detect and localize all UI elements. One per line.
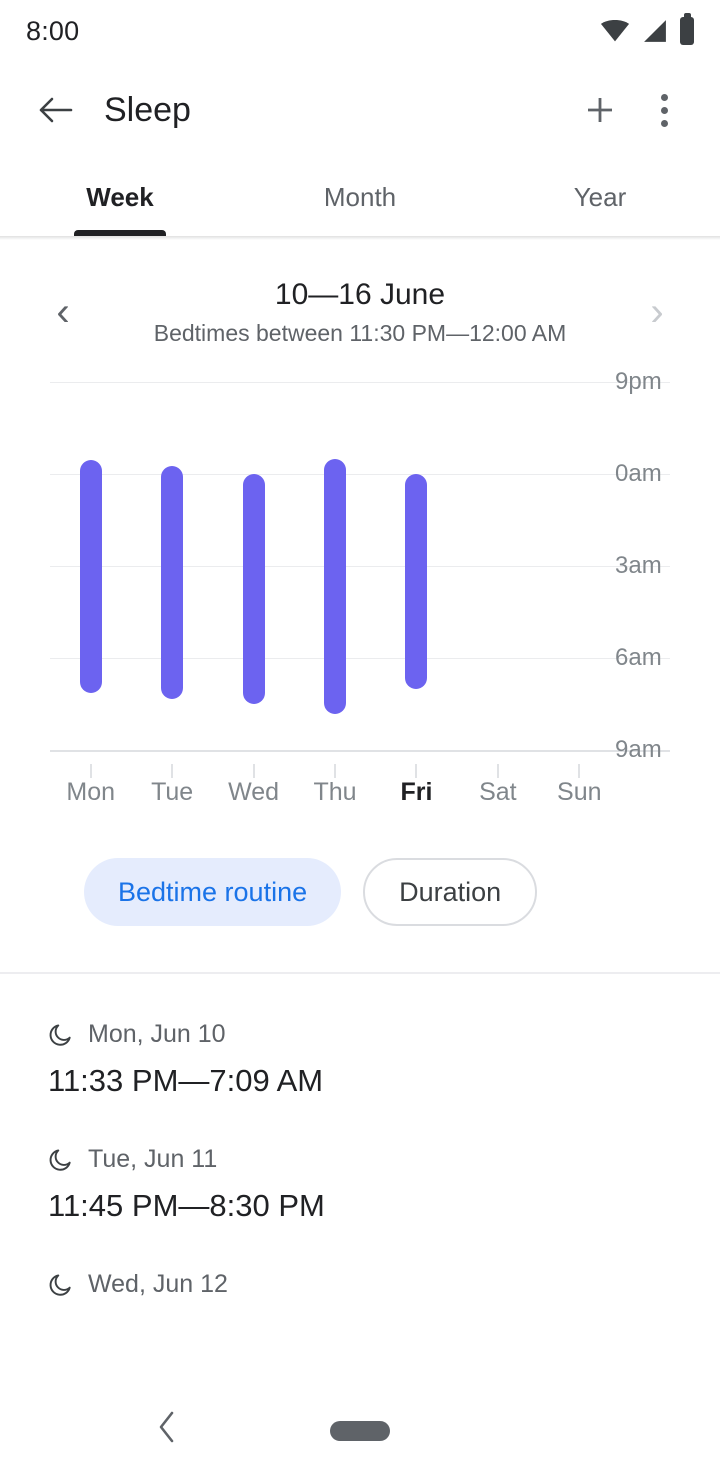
tab-year-label: Year xyxy=(573,181,627,212)
add-button[interactable] xyxy=(568,78,632,142)
moon-icon xyxy=(49,1273,71,1296)
signal-icon xyxy=(644,20,666,42)
tab-year[interactable]: Year xyxy=(480,158,720,236)
overflow-menu-button[interactable] xyxy=(632,78,696,142)
bar-thu[interactable] xyxy=(324,458,346,715)
chip-duration[interactable]: Duration xyxy=(363,858,538,926)
back-button[interactable] xyxy=(24,78,88,142)
sleep-bar-chart: 9pm 0am 3am 6am 9am xyxy=(50,368,670,778)
sleep-chart-card: ‹ 10—16 June Bedtimes between 11:30 PM—1… xyxy=(0,240,720,974)
status-icons xyxy=(600,13,694,45)
nav-home-pill[interactable] xyxy=(330,1421,390,1441)
app-bar: Sleep xyxy=(0,62,720,158)
moon-icon xyxy=(49,1023,71,1046)
day-label-sat: Sat xyxy=(479,778,517,806)
list-item-header: Wed, Jun 12 xyxy=(48,1270,672,1299)
tab-week[interactable]: Week xyxy=(0,158,240,236)
status-time: 8:00 xyxy=(26,15,80,46)
tick-fri xyxy=(415,764,418,778)
sleep-entry-list: Mon, Jun 10 11:33 PM—7:09 AM Tue, Jun 11 11… xyxy=(0,974,720,1299)
tick-sat xyxy=(496,764,499,778)
tick-wed xyxy=(252,764,255,778)
bar-fri[interactable] xyxy=(405,474,428,689)
list-item-header: Tue, Jun 11 xyxy=(48,1145,672,1174)
bar-tue[interactable] xyxy=(161,466,184,699)
x-axis-day-labels: Mon Tue Wed Thu Fri Sat Sun xyxy=(50,778,670,824)
date-range-selector: ‹ 10—16 June Bedtimes between 11:30 PM—1… xyxy=(0,264,720,360)
day-label-wed: Wed xyxy=(228,778,280,806)
list-item[interactable]: Tue, Jun 11 11:45 PM—8:30 PM xyxy=(48,1099,672,1224)
chart-mode-chips: Bedtime routine Duration xyxy=(0,824,720,926)
moon-icon xyxy=(49,1148,71,1171)
tab-week-label: Week xyxy=(86,181,154,212)
next-week-button[interactable]: › xyxy=(634,289,680,335)
battery-icon xyxy=(680,13,694,45)
tab-bar: Week Month Year xyxy=(0,158,720,236)
list-item-date: Tue, Jun 11 xyxy=(88,1145,218,1173)
nav-back-icon xyxy=(159,1411,174,1443)
day-label-mon: Mon xyxy=(66,778,116,806)
chip-duration-label: Duration xyxy=(399,876,502,907)
list-item[interactable]: Wed, Jun 12 xyxy=(48,1224,672,1299)
day-label-tue: Tue xyxy=(151,778,194,806)
day-label-sun: Sun xyxy=(557,778,602,806)
list-item-time: 11:33 PM—7:09 AM xyxy=(48,1063,324,1098)
chip-bedtime-routine-label: Bedtime routine xyxy=(118,876,308,907)
list-item-date: Wed, Jun 12 xyxy=(88,1270,228,1298)
date-range-title: 10—16 June xyxy=(274,277,446,311)
bar-mon[interactable] xyxy=(79,460,102,694)
tab-month[interactable]: Month xyxy=(240,158,480,236)
previous-week-button[interactable]: ‹ xyxy=(40,289,86,335)
bar-wed[interactable] xyxy=(242,474,265,704)
system-nav-bar xyxy=(0,1390,720,1472)
chart-bars xyxy=(50,382,670,772)
tick-tue xyxy=(171,764,174,778)
day-label-fri: Fri xyxy=(400,778,433,806)
list-item-date: Mon, Jun 10 xyxy=(88,1020,226,1048)
app-screen: 8:00 Sleep Week Month Year ‹ 10—16 June … xyxy=(0,0,720,1472)
tick-thu xyxy=(334,764,336,778)
status-bar: 8:00 xyxy=(0,0,720,62)
page-title: Sleep xyxy=(104,90,191,129)
tab-month-label: Month xyxy=(323,181,397,212)
section-divider xyxy=(0,972,720,974)
wifi-icon xyxy=(600,20,630,42)
more-vert-icon xyxy=(660,93,668,127)
back-arrow-icon xyxy=(39,97,73,123)
day-label-thu: Thu xyxy=(313,778,357,806)
list-item-time: 11:45 PM—8:30 PM xyxy=(48,1188,325,1223)
list-item[interactable]: Mon, Jun 10 11:33 PM—7:09 AM xyxy=(48,974,672,1099)
date-range-subtitle: Bedtimes between 11:30 PM—12:00 AM xyxy=(153,319,567,346)
date-range-text: 10—16 June Bedtimes between 11:30 PM—12:… xyxy=(86,278,634,347)
plus-icon xyxy=(588,98,612,122)
chip-bedtime-routine[interactable]: Bedtime routine xyxy=(84,858,342,926)
tick-mon xyxy=(89,764,92,778)
list-item-header: Mon, Jun 10 xyxy=(48,1020,672,1049)
nav-back-button[interactable] xyxy=(156,1410,178,1452)
tick-sun xyxy=(578,764,581,778)
